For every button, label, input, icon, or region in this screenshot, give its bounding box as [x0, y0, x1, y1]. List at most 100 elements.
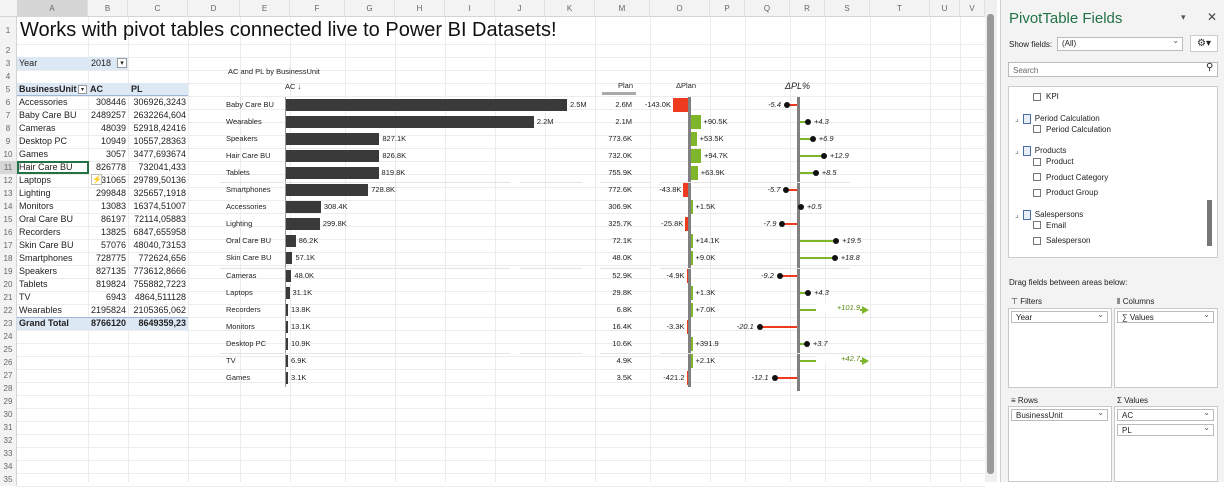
pivot-row-label[interactable]: Smartphones: [19, 252, 73, 265]
column-header[interactable]: K: [545, 0, 595, 17]
collapse-icon[interactable]: ⌟: [1015, 210, 1019, 219]
column-header[interactable]: H: [395, 0, 445, 17]
column-header[interactable]: G: [345, 0, 395, 17]
pivot-row-label[interactable]: Laptops: [19, 174, 51, 187]
show-fields-select[interactable]: (All): [1057, 35, 1183, 51]
checkbox[interactable]: [1033, 92, 1041, 101]
value-field-ac[interactable]: AC: [1117, 407, 1214, 421]
row-number[interactable]: 8: [0, 122, 17, 135]
column-header[interactable]: I: [445, 0, 495, 17]
row-number[interactable]: 21: [0, 291, 17, 304]
checkbox[interactable]: [1033, 157, 1041, 166]
pivot-row-label[interactable]: Speakers: [19, 265, 57, 278]
row-number[interactable]: 10: [0, 148, 17, 161]
row-labels-dropdown-icon[interactable]: ▾: [78, 85, 87, 94]
checkbox[interactable]: [1033, 236, 1041, 245]
row-number[interactable]: 23: [0, 317, 17, 330]
pivot-row-label[interactable]: TV: [19, 291, 31, 304]
column-header[interactable]: P: [710, 0, 745, 17]
row-number[interactable]: 30: [0, 408, 17, 421]
pivot-row-label[interactable]: Lighting: [19, 187, 51, 200]
checkbox[interactable]: [1033, 221, 1041, 230]
active-cell[interactable]: [17, 161, 89, 174]
row-number[interactable]: 25: [0, 343, 17, 356]
field-checkbox-item[interactable]: Product: [1033, 157, 1074, 166]
checkbox[interactable]: [1033, 125, 1041, 134]
row-number[interactable]: 18: [0, 252, 17, 265]
row-number[interactable]: 15: [0, 213, 17, 226]
field-checkbox-item[interactable]: Salesperson: [1033, 236, 1090, 245]
column-header[interactable]: V: [960, 0, 985, 17]
collapse-icon[interactable]: ⌟: [1015, 146, 1019, 155]
row-number[interactable]: 1: [0, 17, 17, 44]
row-number[interactable]: 28: [0, 382, 17, 395]
column-header[interactable]: J: [495, 0, 545, 17]
filter-field-year[interactable]: Year: [1011, 309, 1108, 323]
checkbox[interactable]: [1033, 188, 1041, 197]
column-header[interactable]: D: [188, 0, 240, 17]
value-field-pl[interactable]: PL: [1117, 422, 1214, 436]
pivot-row-label[interactable]: Recorders: [19, 226, 61, 239]
row-number[interactable]: 12: [0, 174, 17, 187]
column-header[interactable]: Q: [745, 0, 790, 17]
column-header[interactable]: C: [128, 0, 188, 17]
row-field-businessunit[interactable]: BusinessUnit: [1011, 407, 1108, 421]
quick-analysis-icon[interactable]: ⚡: [91, 174, 102, 185]
pivot-row-label[interactable]: Oral Care BU: [19, 213, 73, 226]
column-header[interactable]: T: [870, 0, 930, 17]
row-number[interactable]: 14: [0, 200, 17, 213]
column-header[interactable]: M: [595, 0, 650, 17]
column-header[interactable]: U: [930, 0, 960, 17]
row-number[interactable]: 22: [0, 304, 17, 317]
field-checkbox-item[interactable]: Product Group: [1033, 188, 1098, 197]
pivot-row-label[interactable]: Games: [19, 148, 48, 161]
row-number[interactable]: 34: [0, 460, 17, 473]
pivot-row-label[interactable]: Tablets: [19, 278, 48, 291]
column-header[interactable]: E: [240, 0, 290, 17]
row-number[interactable]: 6: [0, 96, 17, 109]
row-number[interactable]: 33: [0, 447, 17, 460]
close-icon[interactable]: ✕: [1207, 10, 1217, 24]
column-header[interactable]: S: [825, 0, 870, 17]
row-number[interactable]: 24: [0, 330, 17, 343]
collapse-icon[interactable]: ⌟: [1015, 114, 1019, 123]
column-header[interactable]: F: [290, 0, 345, 17]
row-number[interactable]: 2: [0, 44, 17, 57]
field-checkbox-item[interactable]: KPI: [1033, 92, 1059, 101]
row-number[interactable]: 26: [0, 356, 17, 369]
scroll-thumb[interactable]: [987, 14, 994, 474]
field-table-group[interactable]: ⌟ Period Calculation: [1015, 113, 1100, 124]
pivot-row-label[interactable]: Wearables: [19, 304, 62, 317]
pivot-row-label[interactable]: Baby Care BU: [19, 109, 77, 122]
row-number[interactable]: 35: [0, 473, 17, 486]
column-header[interactable]: R: [790, 0, 825, 17]
row-number[interactable]: 11: [0, 161, 17, 174]
row-number[interactable]: 13: [0, 187, 17, 200]
field-list-scrollbar[interactable]: [1207, 200, 1212, 246]
row-number[interactable]: 4: [0, 70, 17, 83]
row-number[interactable]: 27: [0, 369, 17, 382]
gear-icon[interactable]: ⚙▾: [1190, 35, 1218, 52]
field-checkbox-item[interactable]: Email: [1033, 221, 1066, 230]
field-table-group[interactable]: ⌟ Salespersons: [1015, 209, 1083, 220]
pivot-row-label[interactable]: Monitors: [19, 200, 54, 213]
column-header[interactable]: O: [650, 0, 710, 17]
filter-dropdown-icon[interactable]: ▾: [117, 58, 127, 68]
row-number[interactable]: 29: [0, 395, 17, 408]
row-number[interactable]: 19: [0, 265, 17, 278]
pivot-row-label[interactable]: Accessories: [19, 96, 68, 109]
field-checkbox-item[interactable]: Period Calculation: [1033, 125, 1111, 134]
column-field-values[interactable]: ∑ Values: [1117, 309, 1214, 323]
column-header[interactable]: A: [17, 0, 88, 17]
row-number[interactable]: 31: [0, 421, 17, 434]
field-table-group[interactable]: ⌟ Products: [1015, 146, 1066, 156]
search-input[interactable]: Search: [1008, 62, 1218, 77]
pane-options-icon[interactable]: ▾: [1181, 12, 1186, 23]
pivot-row-label[interactable]: Desktop PC: [19, 135, 67, 148]
row-number[interactable]: 16: [0, 226, 17, 239]
row-number[interactable]: 7: [0, 109, 17, 122]
pivot-row-label[interactable]: Skin Care BU: [19, 239, 74, 252]
row-number[interactable]: 3: [0, 57, 17, 70]
row-number[interactable]: 32: [0, 434, 17, 447]
row-number[interactable]: 17: [0, 239, 17, 252]
